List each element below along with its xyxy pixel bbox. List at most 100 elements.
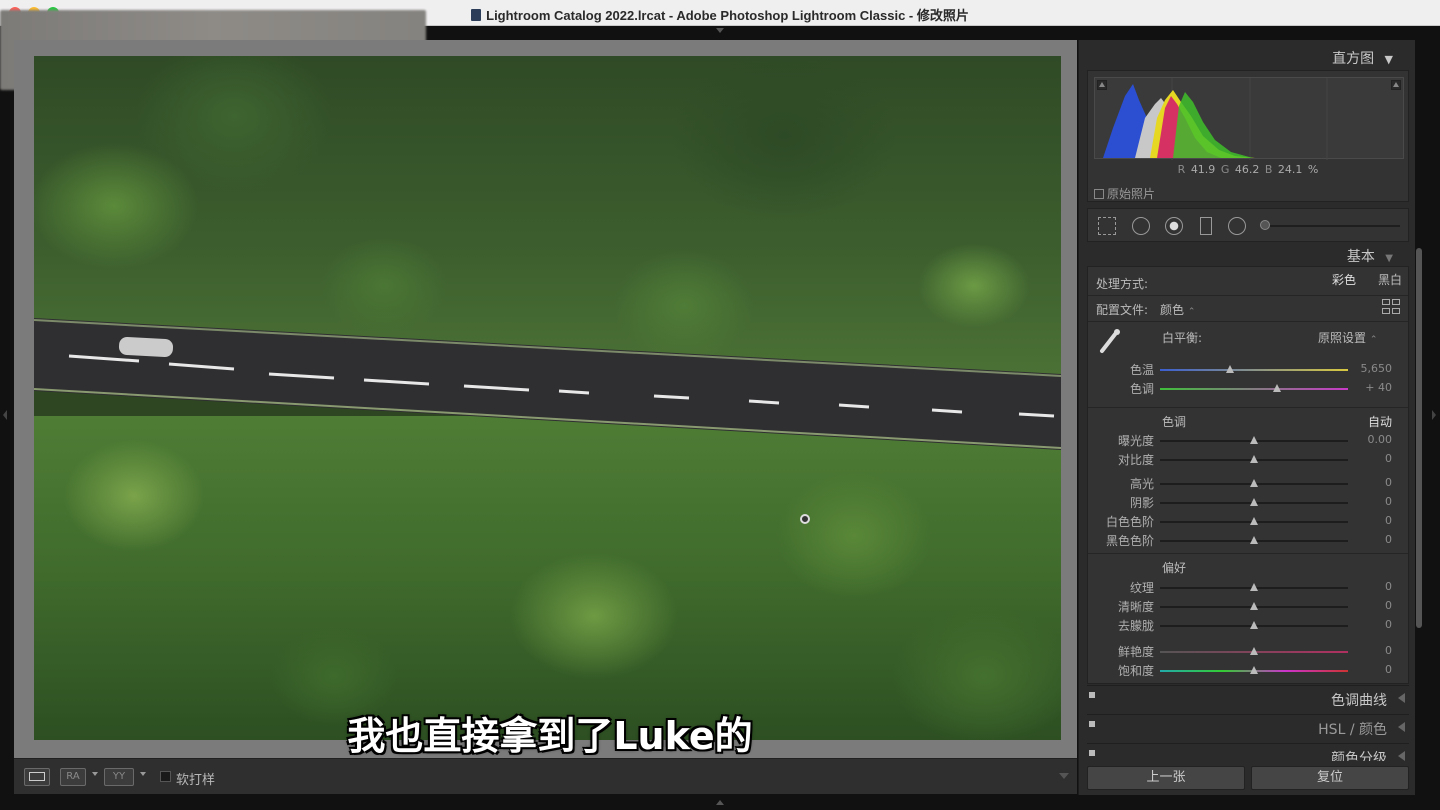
slider-track[interactable]: [1160, 498, 1348, 506]
slider-track[interactable]: [1160, 365, 1348, 373]
slider-track[interactable]: [1160, 536, 1348, 544]
shadow-clipping-toggle[interactable]: [1097, 80, 1107, 90]
tone-curve-panel-header[interactable]: 色调曲线: [1087, 685, 1409, 709]
basic-panel-header[interactable]: 基本 ▼: [1347, 246, 1393, 266]
slider-thumb[interactable]: [1250, 583, 1258, 591]
graduated-filter-tool-icon[interactable]: [1200, 217, 1212, 235]
slider-value[interactable]: 0.00: [1342, 433, 1393, 446]
white-balance-eyedropper-icon[interactable]: [1098, 327, 1122, 355]
photo-preview[interactable]: [34, 56, 1061, 740]
slider-thumb[interactable]: [1250, 479, 1258, 487]
panel-switch-icon[interactable]: [1089, 721, 1095, 727]
slider-thumb[interactable]: [1250, 536, 1258, 544]
slider-label: 纹理: [1129, 581, 1154, 595]
slider-track[interactable]: [1160, 647, 1348, 655]
red-eye-tool-icon[interactable]: [1165, 217, 1183, 235]
panel-switch-icon[interactable]: [1089, 750, 1095, 756]
slider-value[interactable]: 0: [1342, 644, 1392, 657]
slider-track[interactable]: [1160, 455, 1348, 463]
crop-tool-icon[interactable]: [1098, 217, 1116, 235]
slider-value[interactable]: 0: [1342, 533, 1392, 546]
slider-track[interactable]: [1160, 583, 1348, 591]
slider-thumb[interactable]: [1250, 455, 1258, 463]
window-title-text: Lightroom Catalog 2022.lrcat - Adobe Pho…: [486, 8, 969, 23]
slider-thumb[interactable]: [1250, 517, 1258, 525]
auto-tone-button[interactable]: 自动: [1368, 413, 1392, 430]
slider-thumb[interactable]: [1250, 621, 1258, 629]
slider-value[interactable]: 0: [1342, 599, 1392, 612]
histogram-curves: [1103, 78, 1328, 160]
white-balance-dropdown[interactable]: 原照设置 ⌃: [1318, 329, 1377, 346]
rgb-readout: R 41.9 G 46.2 B 24.1 %: [1088, 163, 1408, 176]
slider-value[interactable]: + 40: [1342, 381, 1392, 394]
bottom-panel-toggle-icon[interactable]: [716, 800, 724, 805]
hsl-label: HSL / 颜色: [1318, 722, 1387, 738]
radial-filter-tool-icon[interactable]: [1228, 217, 1246, 235]
slider-track[interactable]: [1160, 517, 1348, 525]
slider-label: 对比度: [1117, 453, 1154, 467]
slider-thumb[interactable]: [1225, 365, 1234, 373]
panel-switch-icon[interactable]: [1089, 692, 1095, 698]
slider-thumb[interactable]: [1250, 498, 1258, 506]
develop-right-panel: 直方图 ▼ R 41.9 G 46.2 B 24.1 % 原始照片 基本 ▼ 处…: [1078, 40, 1415, 795]
slider-value[interactable]: 0: [1342, 476, 1392, 489]
left-panel-toggle-icon[interactable]: [3, 410, 7, 420]
slider-value[interactable]: 0: [1342, 580, 1392, 593]
original-photo-checkbox[interactable]: 原始照片: [1094, 185, 1155, 202]
slider-track[interactable]: [1160, 621, 1348, 629]
color-treatment-button[interactable]: 彩色: [1332, 271, 1356, 288]
slider-thumb[interactable]: [1250, 602, 1258, 610]
histogram-graph[interactable]: [1094, 77, 1404, 160]
treatment-label: 处理方式:: [1096, 277, 1149, 291]
bw-treatment-button[interactable]: 黑白: [1378, 271, 1402, 288]
highlight-clipping-toggle[interactable]: [1391, 80, 1401, 90]
loupe-view-button[interactable]: [24, 768, 50, 786]
spot-removal-tool-icon[interactable]: [1132, 217, 1150, 235]
slider-thumb[interactable]: [1272, 384, 1281, 392]
ra-dropdown-chevron-icon[interactable]: [92, 772, 98, 776]
slider-thumb[interactable]: [1250, 647, 1258, 655]
color-grading-panel-header[interactable]: 颜色分级: [1087, 743, 1409, 761]
before-after-yy-button[interactable]: YY: [104, 768, 134, 786]
slider-value[interactable]: 0: [1342, 618, 1392, 631]
slider-label: 鲜艳度: [1117, 645, 1154, 659]
basic-panel: 处理方式: 彩色 黑白 配置文件: 颜色 ⌃ 白平衡: 原照设置 ⌃ 色温 5,6…: [1087, 266, 1409, 684]
toolbar-options-chevron-icon[interactable]: [1059, 773, 1069, 779]
previous-button[interactable]: 上一张: [1087, 766, 1245, 790]
profile-dropdown[interactable]: 颜色 ⌃: [1160, 301, 1195, 318]
brush-size-slider[interactable]: [1264, 225, 1400, 227]
slider-value[interactable]: 0: [1342, 663, 1392, 676]
top-panel-toggle-icon[interactable]: [716, 28, 724, 33]
slider-thumb[interactable]: [1250, 666, 1258, 674]
hsl-panel-header[interactable]: HSL / 颜色: [1087, 714, 1409, 738]
slider-track[interactable]: [1160, 666, 1348, 674]
yy-dropdown-chevron-icon[interactable]: [140, 772, 146, 776]
slider-track[interactable]: [1160, 436, 1348, 444]
slider-value[interactable]: 0: [1342, 452, 1392, 465]
slider-label: 去朦胧: [1117, 619, 1154, 633]
right-panel-toggle-icon[interactable]: [1432, 410, 1436, 420]
before-after-ra-button[interactable]: RA: [60, 768, 86, 786]
slider-thumb[interactable]: [1250, 436, 1258, 444]
bottom-toolbar: RA YY 软打样: [14, 758, 1077, 794]
slider-track[interactable]: [1160, 384, 1348, 392]
photo-canvas[interactable]: [14, 40, 1077, 758]
divider: [1088, 295, 1408, 296]
profile-browser-grid-icon[interactable]: [1382, 299, 1400, 315]
slider-value[interactable]: 5,650: [1342, 362, 1393, 375]
slider-track[interactable]: [1160, 479, 1348, 487]
histogram-box: R 41.9 G 46.2 B 24.1 % 原始照片: [1087, 70, 1409, 202]
panel-bottom-buttons: 上一张 复位: [1087, 766, 1409, 790]
soft-proof-checkbox[interactable]: [160, 771, 171, 782]
slider-value[interactable]: 0: [1342, 495, 1392, 508]
brush-slider-knob[interactable]: [1260, 220, 1270, 230]
slider-track[interactable]: [1160, 602, 1348, 610]
reset-button[interactable]: 复位: [1251, 766, 1409, 790]
slider-value[interactable]: 0: [1342, 514, 1392, 527]
slider-label: 色调: [1129, 382, 1154, 396]
histogram-title: 直方图: [1332, 51, 1375, 67]
panel-scrollbar[interactable]: [1416, 248, 1422, 628]
histogram-panel-header[interactable]: 直方图 ▼: [1332, 48, 1393, 68]
r-label: R: [1177, 163, 1186, 176]
slider-label: 高光: [1129, 477, 1154, 491]
